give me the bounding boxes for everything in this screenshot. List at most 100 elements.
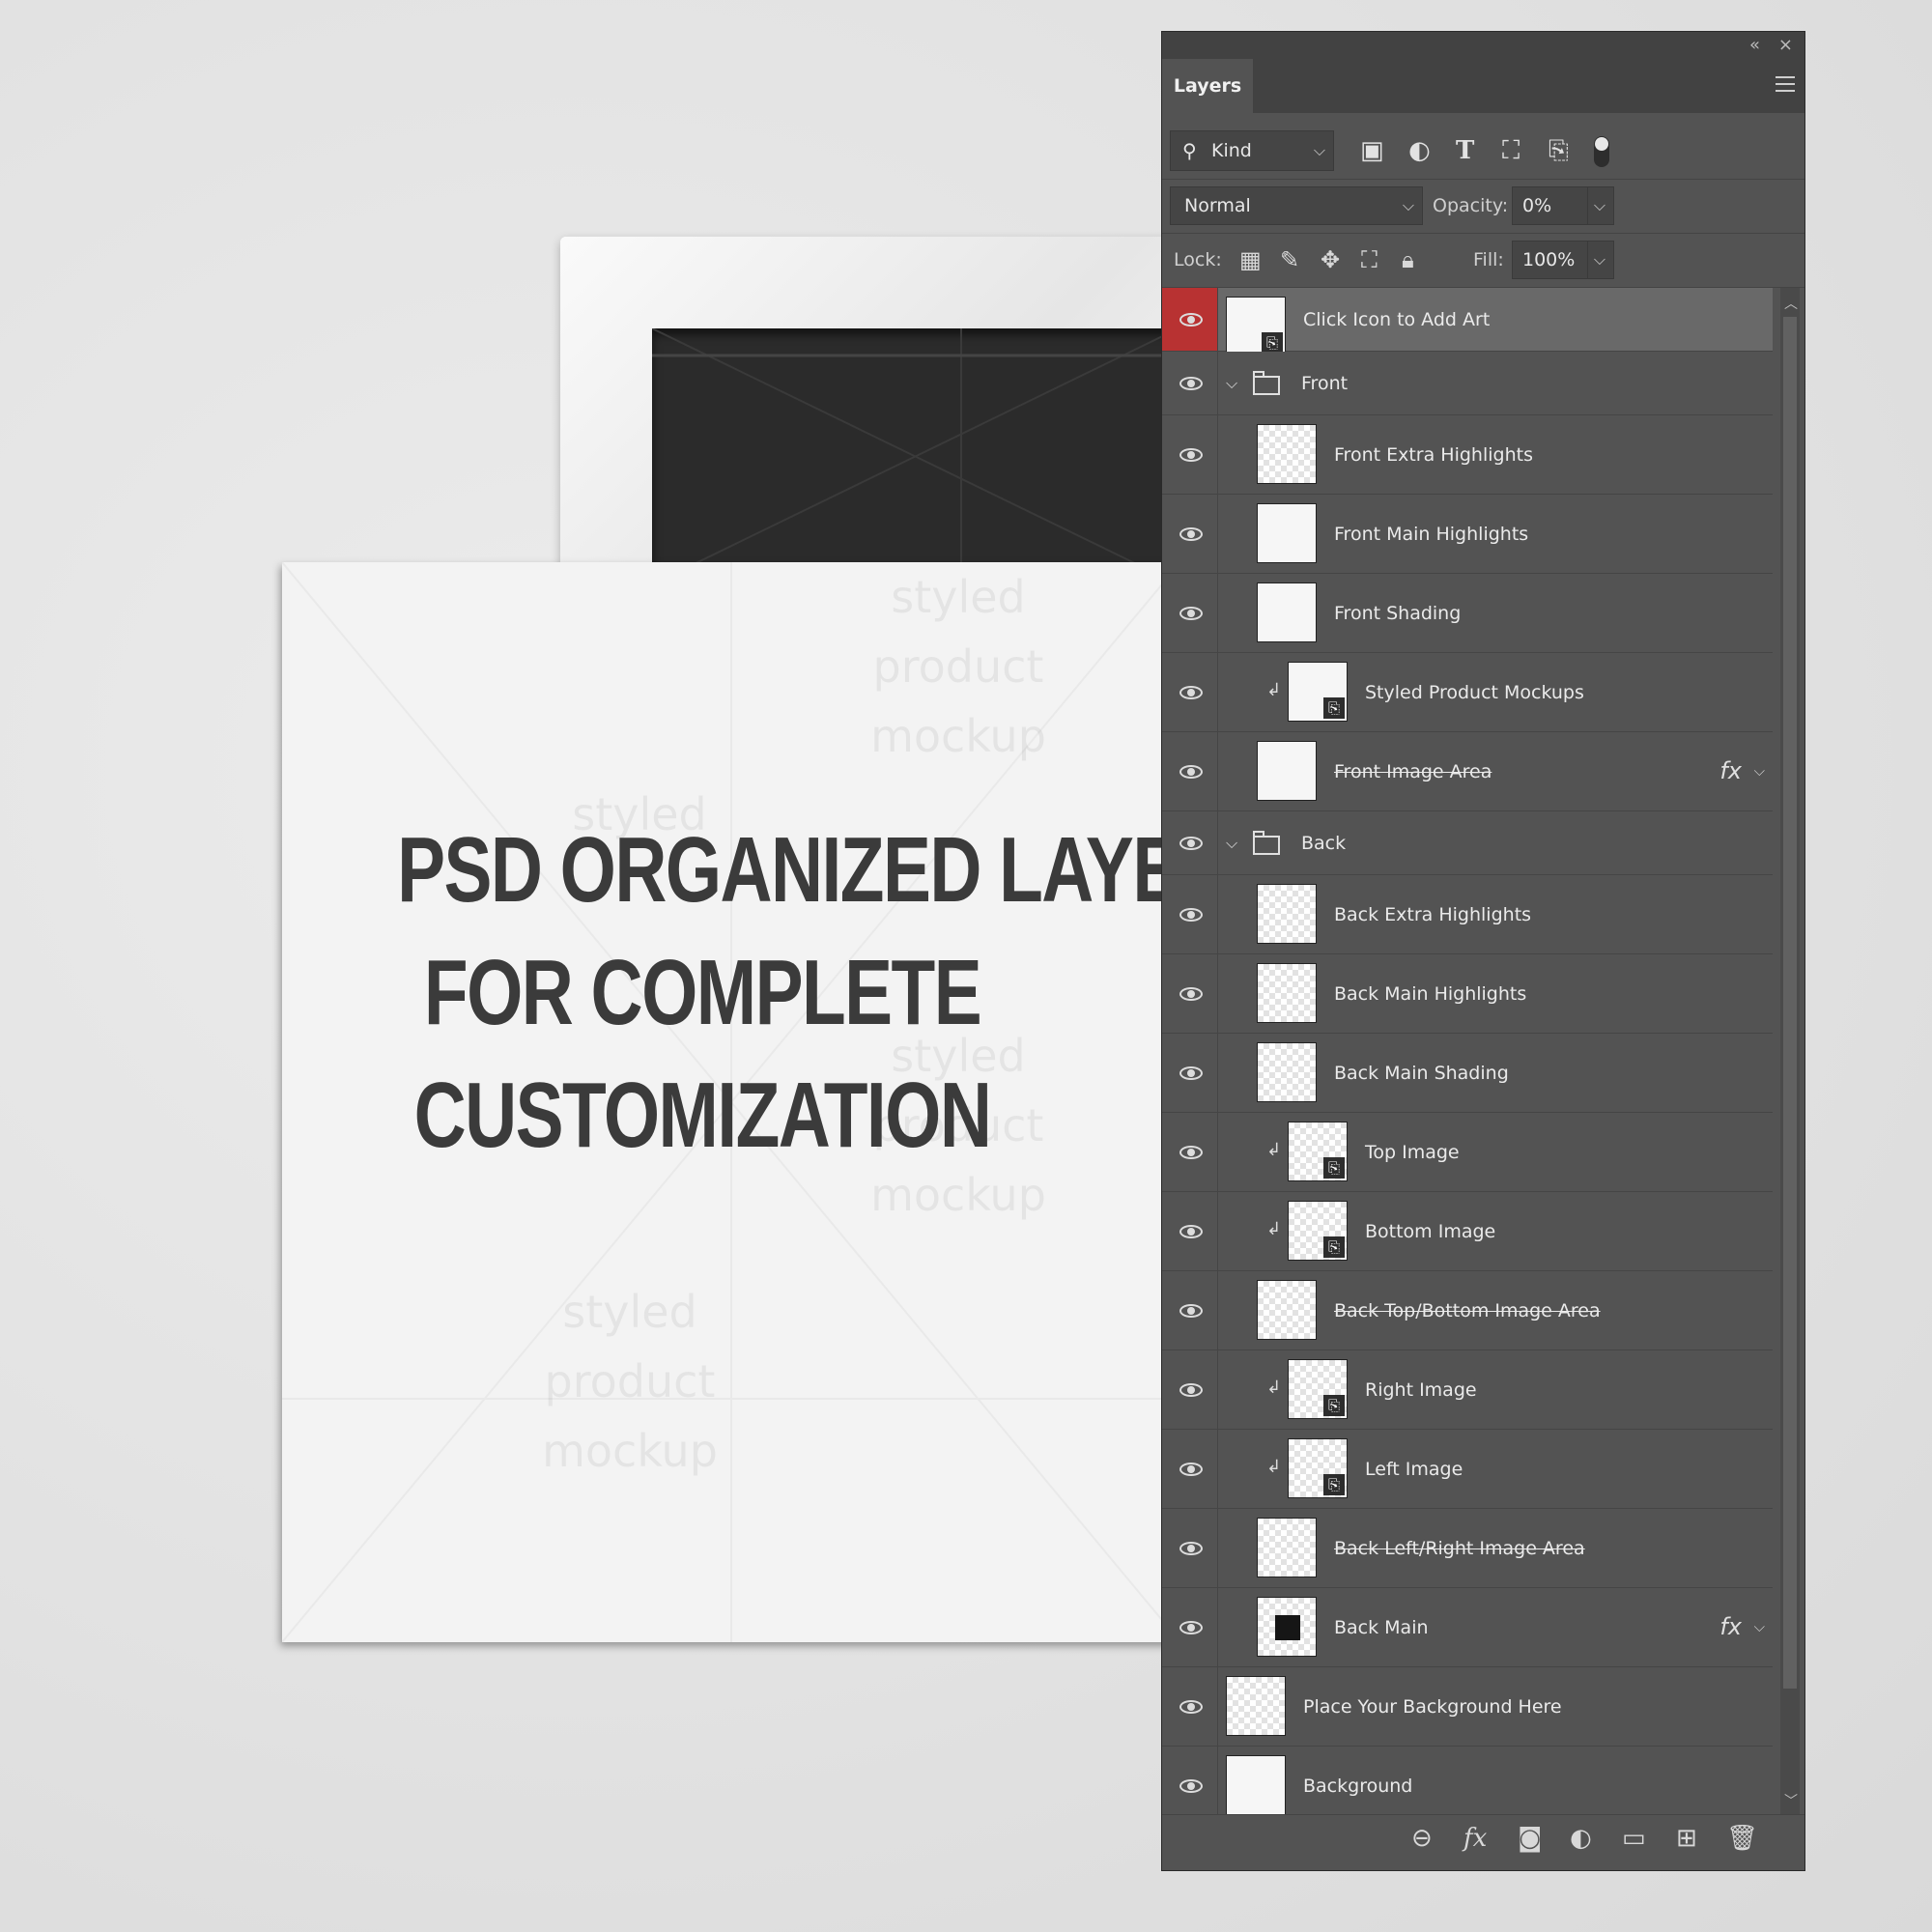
add-style-icon[interactable]: fx [1463, 1821, 1487, 1856]
layers-scrollbar[interactable]: ︿ ﹀ [1780, 288, 1800, 1814]
layer-thumbnail[interactable] [1257, 1280, 1317, 1340]
layer-thumbnail[interactable]: ⎘ [1288, 662, 1348, 722]
layer-row[interactable]: Back Top/Bottom Image Area [1162, 1271, 1773, 1350]
visibility-toggle[interactable] [1162, 954, 1218, 1033]
visibility-toggle[interactable] [1162, 1588, 1218, 1666]
fill-input[interactable]: 100% ⌵ [1512, 241, 1614, 279]
adjustment-filter-icon[interactable]: ◐ [1408, 132, 1431, 169]
layer-row[interactable]: Back Main Shading [1162, 1034, 1773, 1113]
visibility-toggle[interactable] [1162, 1350, 1218, 1429]
layer-name[interactable]: Click Icon to Add Art [1303, 288, 1490, 352]
add-mask-icon[interactable]: ◙ [1518, 1821, 1542, 1856]
layer-row[interactable]: ↲ ⎘ Right Image [1162, 1350, 1773, 1430]
scroll-thumb[interactable] [1783, 317, 1797, 1689]
layer-thumbnail[interactable]: ⎘ [1288, 1359, 1348, 1419]
layer-row[interactable]: Back Left/Right Image Area [1162, 1509, 1773, 1588]
layer-thumbnail[interactable] [1257, 884, 1317, 944]
layer-thumbnail[interactable]: ⎘ [1288, 1438, 1348, 1498]
visibility-toggle[interactable] [1162, 1192, 1218, 1270]
layer-row[interactable]: Back Main fx ⌵ [1162, 1588, 1773, 1667]
lock-all-icon[interactable]: 🔒︎ [1402, 241, 1414, 279]
layer-name[interactable]: Back [1301, 811, 1346, 875]
layer-thumbnail[interactable] [1257, 1042, 1317, 1102]
layer-row[interactable]: Back Extra Highlights [1162, 875, 1773, 954]
visibility-toggle[interactable] [1162, 352, 1218, 414]
layer-name[interactable]: Right Image [1365, 1350, 1477, 1430]
layer-name[interactable]: Top Image [1365, 1113, 1460, 1192]
visibility-toggle[interactable] [1162, 574, 1218, 652]
chevron-down-icon[interactable]: ⌵ [1586, 187, 1605, 224]
layer-group-row[interactable]: ⌵ Back [1162, 811, 1773, 875]
layer-name[interactable]: Back Top/Bottom Image Area [1334, 1271, 1601, 1350]
layer-thumbnail[interactable] [1226, 1755, 1286, 1815]
layer-effects-icon[interactable]: fx [1719, 1588, 1742, 1665]
layer-thumbnail[interactable] [1226, 1676, 1286, 1736]
layer-thumbnail[interactable] [1257, 1597, 1317, 1657]
layer-name[interactable]: Place Your Background Here [1303, 1667, 1562, 1747]
type-filter-icon[interactable]: T [1456, 132, 1474, 169]
layer-row[interactable]: ↲ ⎘ Left Image [1162, 1430, 1773, 1509]
layer-thumbnail[interactable] [1257, 741, 1317, 801]
layer-row[interactable]: ↲ ⎘ Bottom Image [1162, 1192, 1773, 1271]
layer-thumbnail[interactable] [1257, 963, 1317, 1023]
layer-thumbnail[interactable] [1257, 503, 1317, 563]
visibility-toggle[interactable] [1162, 653, 1218, 731]
visibility-toggle[interactable] [1162, 1271, 1218, 1350]
kind-filter-select[interactable]: ⚲ Kind ⌵ [1170, 130, 1334, 171]
visibility-toggle[interactable] [1162, 1747, 1218, 1825]
layer-name[interactable]: Front Main Highlights [1334, 495, 1528, 574]
layer-thumbnail[interactable]: ⎘ [1288, 1201, 1348, 1261]
filter-toggle[interactable] [1594, 136, 1609, 167]
tab-layers[interactable]: Layers [1162, 59, 1253, 113]
layer-row[interactable]: Front Main Highlights [1162, 495, 1773, 574]
lock-artboard-icon[interactable]: ⛶ [1361, 241, 1378, 279]
layer-name[interactable]: Bottom Image [1365, 1192, 1495, 1271]
layer-thumbnail[interactable] [1257, 1518, 1317, 1577]
layer-thumbnail[interactable]: ⎘ [1226, 297, 1286, 356]
close-panel-icon[interactable]: × [1778, 35, 1793, 55]
visibility-toggle[interactable] [1162, 1667, 1218, 1746]
layer-name[interactable]: Back Extra Highlights [1334, 875, 1531, 954]
collapse-panel-icon[interactable]: « [1749, 35, 1760, 55]
layer-row[interactable]: Place Your Background Here [1162, 1667, 1773, 1747]
layer-name[interactable]: Back Main Shading [1334, 1034, 1509, 1113]
layer-row[interactable]: ↲ ⎘ Top Image [1162, 1113, 1773, 1192]
layer-name[interactable]: Front Shading [1334, 574, 1461, 653]
opacity-input[interactable]: 0% ⌵ [1512, 186, 1614, 225]
layer-name[interactable]: Styled Product Mockups [1365, 653, 1584, 732]
layer-name[interactable]: Left Image [1365, 1430, 1463, 1509]
image-filter-icon[interactable]: ▣ [1360, 132, 1384, 169]
lock-position-icon[interactable]: ✥ [1321, 241, 1340, 279]
scroll-up-icon[interactable]: ︿ [1784, 294, 1798, 313]
layer-name[interactable]: Front Image Area [1334, 732, 1492, 811]
layer-row[interactable]: Front Extra Highlights [1162, 415, 1773, 495]
lock-pixels-icon[interactable]: ✎ [1280, 241, 1299, 279]
layer-thumbnail[interactable] [1257, 424, 1317, 484]
new-adjustment-icon[interactable]: ◐ [1570, 1821, 1592, 1856]
smart-object-filter-icon[interactable]: ⎘ [1548, 132, 1569, 169]
visibility-toggle[interactable] [1162, 1034, 1218, 1112]
visibility-toggle[interactable] [1162, 811, 1218, 874]
scroll-down-icon[interactable]: ﹀ [1784, 1791, 1798, 1810]
visibility-toggle[interactable] [1162, 875, 1218, 953]
layer-row[interactable]: ⎘ Click Icon to Add Art [1162, 288, 1773, 356]
visibility-toggle[interactable] [1162, 1430, 1218, 1508]
layer-name[interactable]: Back Main Highlights [1334, 954, 1526, 1034]
visibility-toggle[interactable] [1162, 495, 1218, 573]
new-layer-icon[interactable]: ⊞ [1676, 1821, 1697, 1856]
layer-row[interactable]: Front Image Area fx ⌵ [1162, 732, 1773, 811]
layer-thumbnail[interactable]: ⎘ [1288, 1122, 1348, 1181]
layer-row[interactable]: ↲ ⎘ Styled Product Mockups [1162, 653, 1773, 732]
expand-group-icon[interactable]: ⌵ [1226, 811, 1237, 875]
delete-layer-icon[interactable]: 🗑︎ [1726, 1821, 1758, 1856]
layer-name[interactable]: Front Extra Highlights [1334, 415, 1533, 495]
layer-name[interactable]: Back Left/Right Image Area [1334, 1509, 1585, 1588]
chevron-down-icon[interactable]: ⌵ [1754, 732, 1765, 810]
layer-name[interactable]: Back Main [1334, 1588, 1429, 1667]
layer-thumbnail[interactable] [1257, 582, 1317, 642]
link-layers-icon[interactable]: ⊖ [1411, 1821, 1433, 1856]
visibility-toggle[interactable] [1162, 415, 1218, 494]
shape-filter-icon[interactable]: ⛶ [1502, 132, 1520, 169]
layer-name[interactable]: Front [1301, 352, 1348, 415]
layer-group-row[interactable]: ⌵ Front [1162, 352, 1773, 415]
